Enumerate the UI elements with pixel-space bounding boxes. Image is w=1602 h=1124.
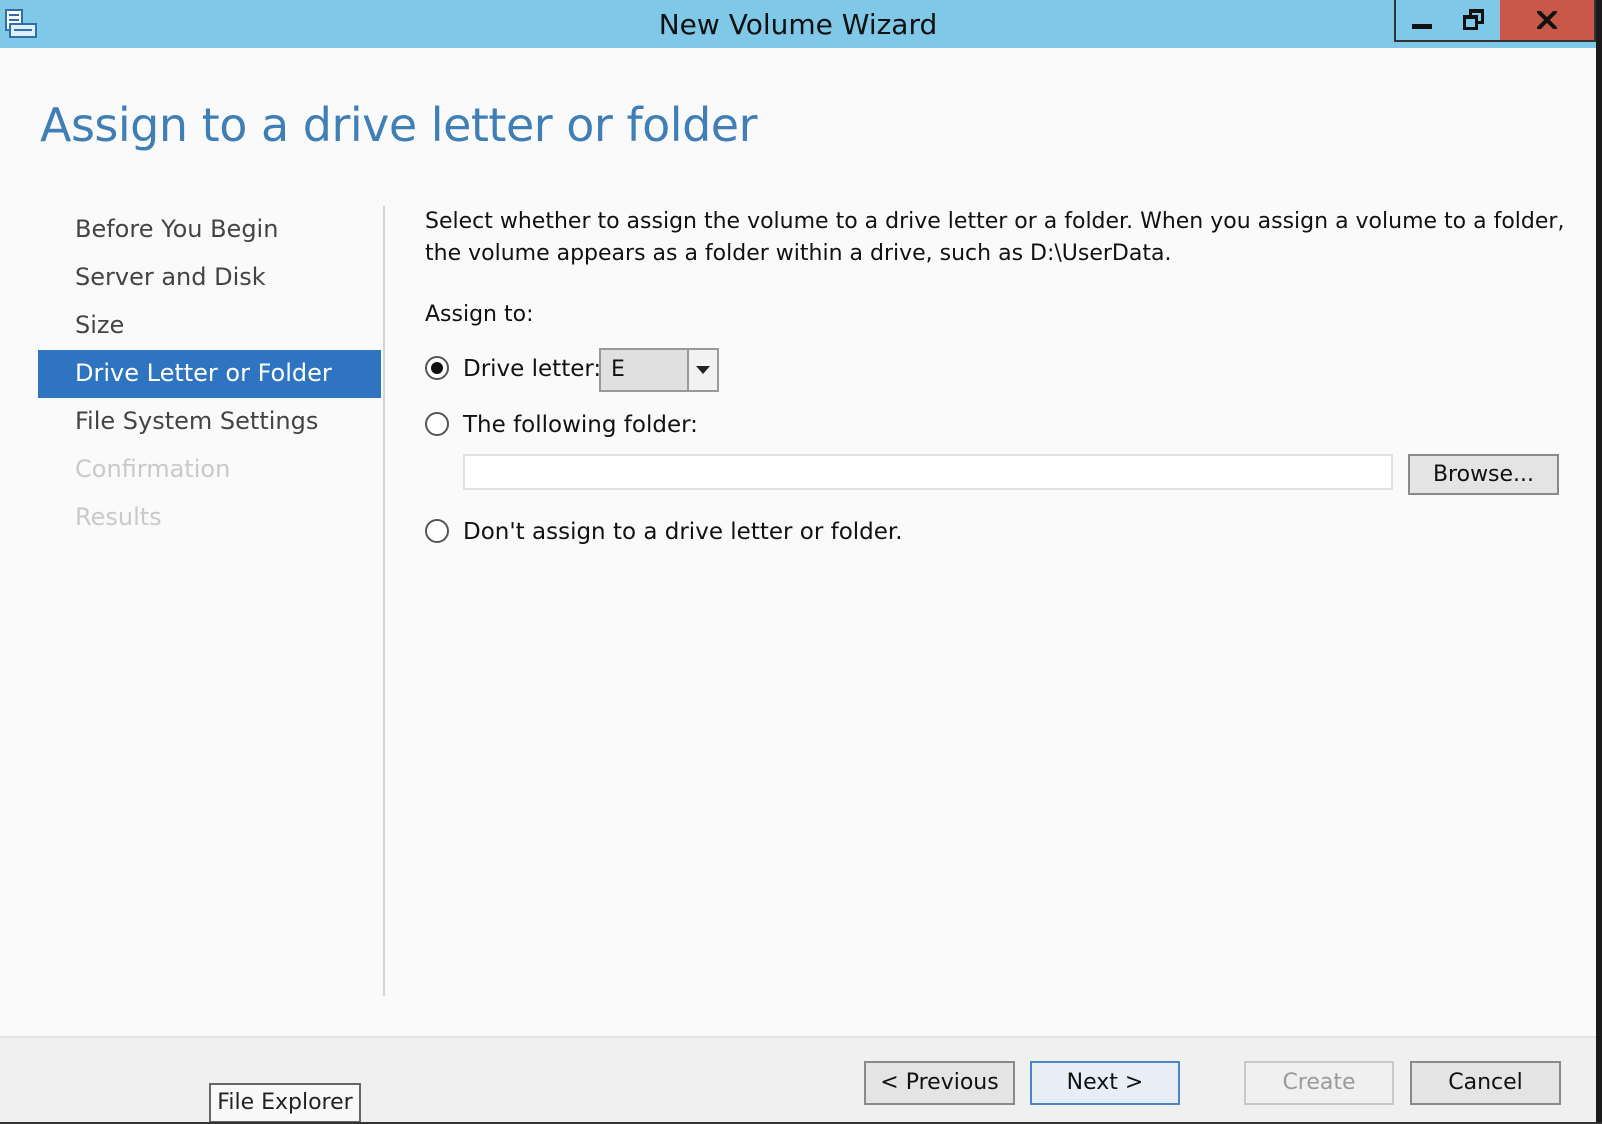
- drive-letter-radio[interactable]: [425, 356, 449, 380]
- close-button[interactable]: [1500, 0, 1596, 42]
- close-icon: [1537, 11, 1557, 29]
- drive-letter-label[interactable]: Drive letter:: [463, 356, 601, 382]
- nav-item-confirmation: Confirmation: [75, 455, 231, 483]
- minimize-button[interactable]: [1394, 0, 1450, 42]
- new-volume-wizard-window: New Volume Wizard Assign to a drive lett…: [0, 0, 1602, 1124]
- title-bar[interactable]: New Volume Wizard: [0, 0, 1596, 48]
- description-text: Select whether to assign the volume to a…: [425, 209, 1565, 266]
- folder-path-input[interactable]: [463, 454, 1393, 490]
- browse-button[interactable]: Browse...: [1408, 454, 1559, 495]
- assign-to-label: Assign to:: [425, 302, 534, 327]
- file-explorer-tooltip: File Explorer: [209, 1083, 361, 1123]
- nav-divider: [383, 206, 385, 996]
- nav-item-file-system-settings[interactable]: File System Settings: [38, 398, 381, 446]
- window-title: New Volume Wizard: [658, 8, 938, 41]
- wizard-steps-nav: Before You Begin Server and Disk Size Dr…: [38, 206, 381, 542]
- nav-item-drive-letter-or-folder[interactable]: Drive Letter or Folder: [38, 350, 381, 398]
- nav-item-server-and-disk[interactable]: Server and Disk: [38, 254, 381, 302]
- no-assignment-radio[interactable]: [425, 519, 449, 543]
- chevron-down-icon[interactable]: [687, 350, 717, 390]
- cancel-button[interactable]: Cancel: [1410, 1061, 1561, 1105]
- content-pane: Select whether to assign the volume to a…: [425, 206, 1565, 545]
- no-assignment-label[interactable]: Don't assign to a drive letter or folder…: [463, 519, 903, 545]
- folder-radio[interactable]: [425, 412, 449, 436]
- nav-item-before-you-begin[interactable]: Before You Begin: [38, 206, 381, 254]
- nav-item-results: Results: [75, 503, 162, 531]
- window-edge: [1596, 0, 1602, 1124]
- drive-letter-value: E: [611, 357, 625, 382]
- page-title: Assign to a drive letter or folder: [40, 98, 758, 152]
- minimize-icon: [1412, 23, 1432, 29]
- previous-button[interactable]: < Previous: [864, 1061, 1015, 1105]
- create-button: Create: [1244, 1061, 1394, 1105]
- drive-letter-select[interactable]: E: [599, 348, 719, 392]
- nav-item-size[interactable]: Size: [38, 302, 381, 350]
- restore-icon: [1463, 9, 1485, 31]
- folder-label[interactable]: The following folder:: [463, 412, 698, 438]
- next-button[interactable]: Next >: [1030, 1061, 1180, 1105]
- restore-button[interactable]: [1448, 0, 1502, 42]
